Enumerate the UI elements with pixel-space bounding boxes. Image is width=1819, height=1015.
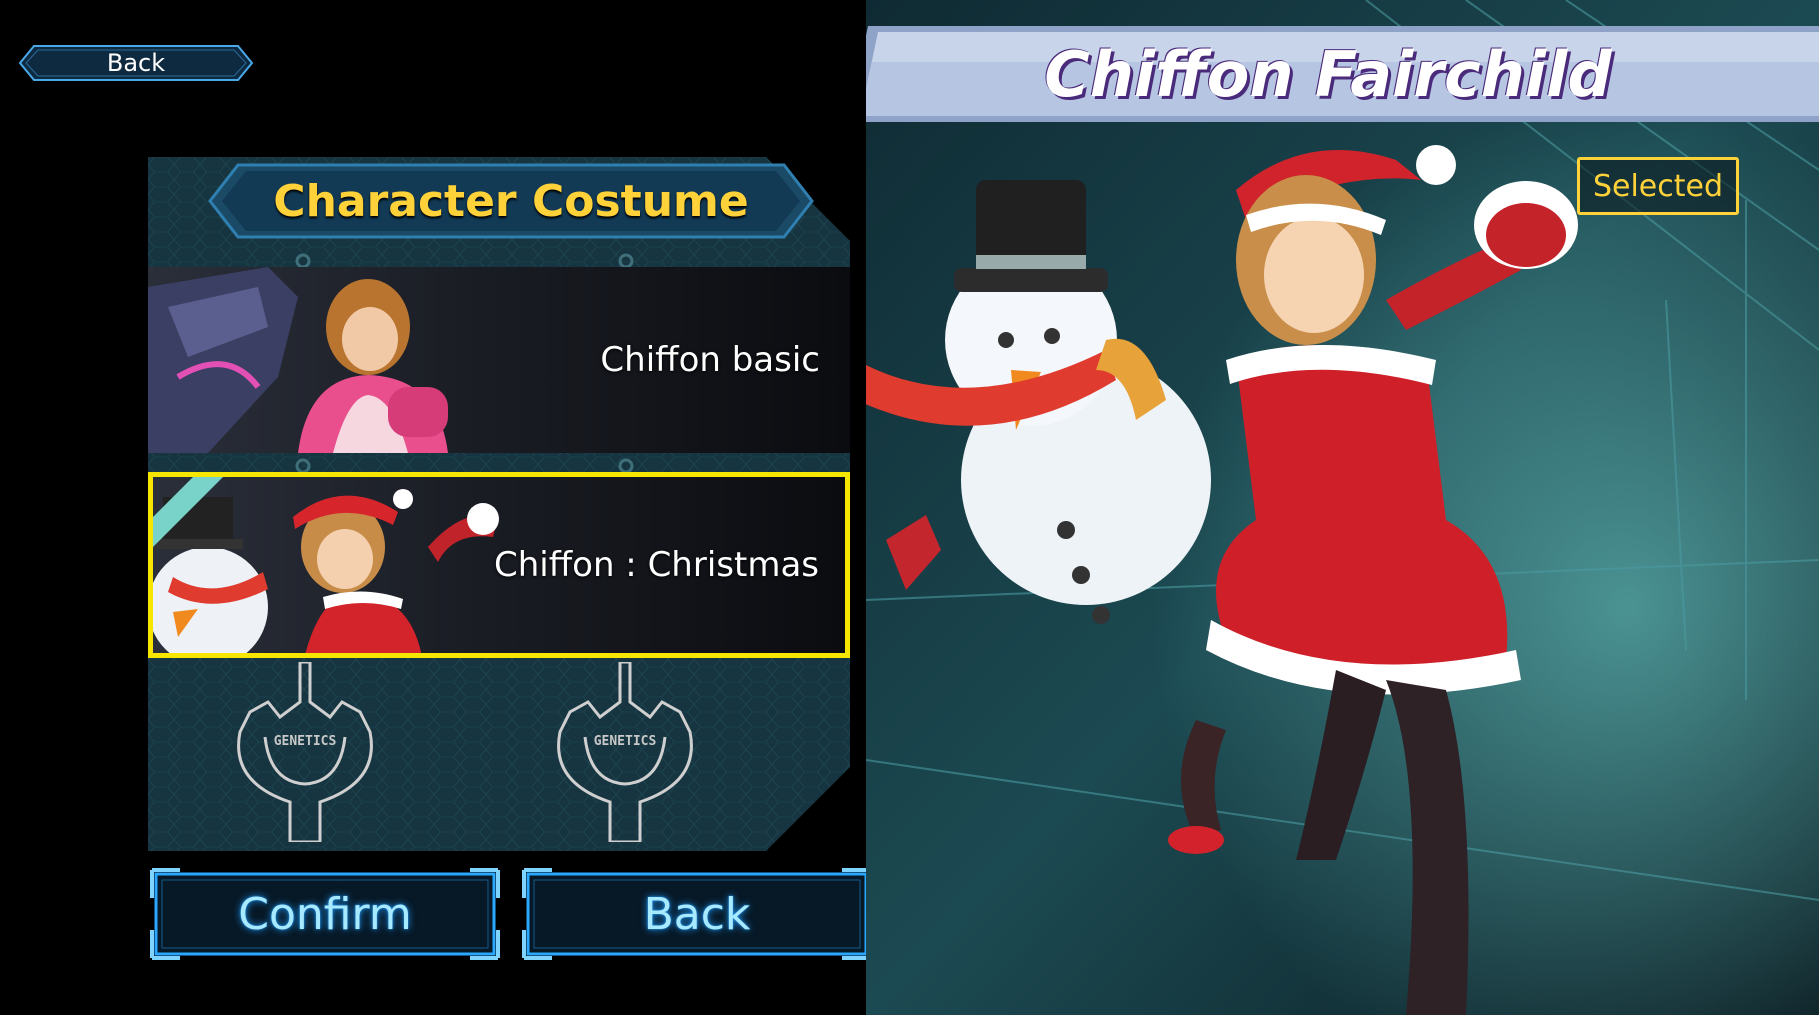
genetics-label-2: GENETICS [593, 734, 657, 749]
confirm-button[interactable]: Confirm [150, 868, 500, 960]
confirm-label: Confirm [238, 888, 412, 940]
costume-ribbon [153, 477, 223, 547]
character-name-banner: Chiffon Fairchild [866, 22, 1819, 126]
costume-panel: Character Costume Chiffon basic Chiffon … [148, 157, 850, 851]
back-label: Back [643, 888, 751, 940]
costume-card-basic[interactable]: Chiffon basic [148, 267, 850, 453]
costume-label-basic: Chiffon basic [600, 340, 820, 380]
selected-status-badge: Selected [1577, 157, 1739, 215]
panel-title: Character Costume [273, 175, 749, 227]
genetics-label-1: GENETICS [273, 734, 337, 749]
top-back-button[interactable]: Back [18, 44, 254, 82]
back-button[interactable]: Back [522, 868, 872, 960]
top-back-label: Back [106, 49, 166, 77]
genetics-slot-1[interactable]: GENETICS [230, 660, 380, 844]
genetics-slot-2[interactable]: GENETICS [550, 660, 700, 844]
costume-card-christmas[interactable]: Chiffon : Christmas [148, 472, 850, 658]
character-showcase: Chiffon Fairchild Selected [866, 0, 1819, 1015]
genetics-slot-icon [237, 660, 373, 844]
character-name: Chiffon Fairchild [1044, 37, 1612, 111]
costume-select-screen: Back Character Costume Chiffon basic Chi… [0, 0, 872, 1015]
costume-label-christmas: Chiffon : Christmas [493, 545, 819, 585]
genetics-slot-icon [557, 660, 693, 844]
showcase-scene [866, 0, 1819, 1015]
